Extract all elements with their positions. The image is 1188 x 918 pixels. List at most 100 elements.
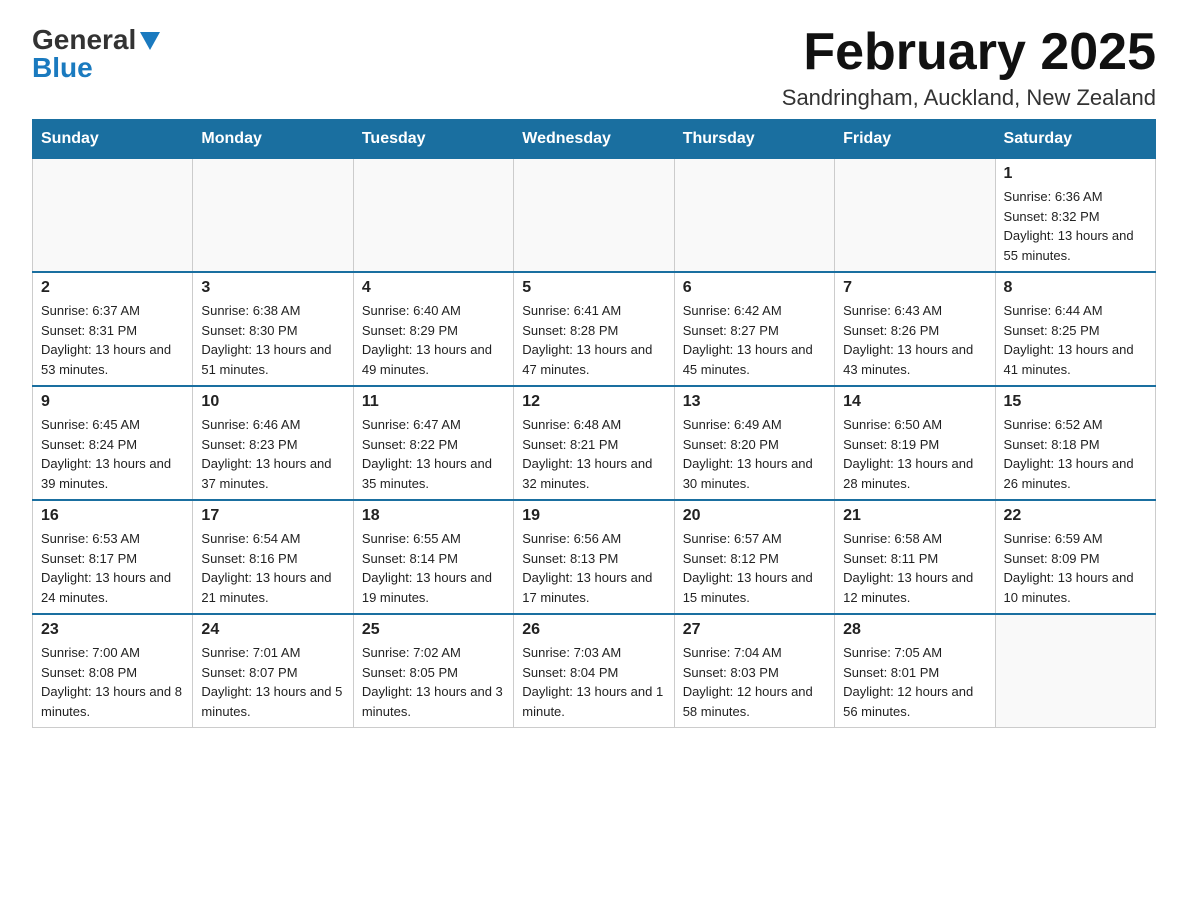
day-info: Sunrise: 6:37 AM Sunset: 8:31 PM Dayligh… xyxy=(41,301,184,379)
table-row: 16 Sunrise: 6:53 AM Sunset: 8:17 PM Dayli… xyxy=(33,500,193,614)
col-saturday: Saturday xyxy=(995,120,1155,159)
day-number: 17 xyxy=(201,507,344,525)
day-number: 14 xyxy=(843,393,986,411)
day-info: Sunrise: 6:40 AM Sunset: 8:29 PM Dayligh… xyxy=(362,301,505,379)
page-header: General Blue February 2025 Sandringham, … xyxy=(32,24,1156,111)
day-info: Sunrise: 6:49 AM Sunset: 8:20 PM Dayligh… xyxy=(683,415,826,493)
day-info: Sunrise: 7:05 AM Sunset: 8:01 PM Dayligh… xyxy=(843,643,986,721)
day-info: Sunrise: 6:41 AM Sunset: 8:28 PM Dayligh… xyxy=(522,301,665,379)
title-block: February 2025 Sandringham, Auckland, New… xyxy=(782,24,1156,111)
table-row: 7Sunrise: 6:43 AM Sunset: 8:26 PM Daylig… xyxy=(835,272,995,386)
table-row: 27 Sunrise: 7:04 AM Sunset: 8:03 PM Dayli… xyxy=(674,614,834,728)
calendar-table: Sunday Monday Tuesday Wednesday Thursday… xyxy=(32,119,1156,728)
table-row: 14 Sunrise: 6:50 AM Sunset: 8:19 PM Dayli… xyxy=(835,386,995,500)
day-number: 9 xyxy=(41,393,184,411)
day-number: 12 xyxy=(522,393,665,411)
day-info: Sunrise: 6:58 AM Sunset: 8:11 PM Dayligh… xyxy=(843,529,986,607)
day-number: 10 xyxy=(201,393,344,411)
day-info: Sunrise: 6:48 AM Sunset: 8:21 PM Dayligh… xyxy=(522,415,665,493)
day-info: Sunrise: 7:00 AM Sunset: 8:08 PM Dayligh… xyxy=(41,643,184,721)
day-info: Sunrise: 6:52 AM Sunset: 8:18 PM Dayligh… xyxy=(1004,415,1147,493)
day-number: 28 xyxy=(843,621,986,639)
table-row xyxy=(995,614,1155,728)
day-number: 7 xyxy=(843,279,986,297)
day-info: Sunrise: 6:42 AM Sunset: 8:27 PM Dayligh… xyxy=(683,301,826,379)
day-info: Sunrise: 6:55 AM Sunset: 8:14 PM Dayligh… xyxy=(362,529,505,607)
table-row: 15 Sunrise: 6:52 AM Sunset: 8:18 PM Dayli… xyxy=(995,386,1155,500)
day-info: Sunrise: 7:01 AM Sunset: 8:07 PM Dayligh… xyxy=(201,643,344,721)
day-number: 6 xyxy=(683,279,826,297)
table-row: 2Sunrise: 6:37 AM Sunset: 8:31 PM Daylig… xyxy=(33,272,193,386)
day-info: Sunrise: 6:38 AM Sunset: 8:30 PM Dayligh… xyxy=(201,301,344,379)
col-friday: Friday xyxy=(835,120,995,159)
col-wednesday: Wednesday xyxy=(514,120,674,159)
day-info: Sunrise: 6:44 AM Sunset: 8:25 PM Dayligh… xyxy=(1004,301,1147,379)
logo: General Blue xyxy=(32,24,160,84)
table-row xyxy=(674,159,834,273)
col-monday: Monday xyxy=(193,120,353,159)
col-tuesday: Tuesday xyxy=(353,120,513,159)
day-info: Sunrise: 6:50 AM Sunset: 8:19 PM Dayligh… xyxy=(843,415,986,493)
day-number: 4 xyxy=(362,279,505,297)
day-number: 19 xyxy=(522,507,665,525)
table-row xyxy=(514,159,674,273)
table-row: 6 Sunrise: 6:42 AM Sunset: 8:27 PM Daylig… xyxy=(674,272,834,386)
table-row: 28 Sunrise: 7:05 AM Sunset: 8:01 PM Dayli… xyxy=(835,614,995,728)
table-row: 17 Sunrise: 6:54 AM Sunset: 8:16 PM Dayli… xyxy=(193,500,353,614)
day-info: Sunrise: 6:59 AM Sunset: 8:09 PM Dayligh… xyxy=(1004,529,1147,607)
day-number: 27 xyxy=(683,621,826,639)
table-row xyxy=(835,159,995,273)
table-row: 3 Sunrise: 6:38 AM Sunset: 8:30 PM Daylig… xyxy=(193,272,353,386)
table-row: 5 Sunrise: 6:41 AM Sunset: 8:28 PM Daylig… xyxy=(514,272,674,386)
day-info: Sunrise: 6:54 AM Sunset: 8:16 PM Dayligh… xyxy=(201,529,344,607)
day-number: 26 xyxy=(522,621,665,639)
day-info: Sunrise: 6:46 AM Sunset: 8:23 PM Dayligh… xyxy=(201,415,344,493)
day-number: 16 xyxy=(41,507,184,525)
day-number: 21 xyxy=(843,507,986,525)
table-row: 24Sunrise: 7:01 AM Sunset: 8:07 PM Dayli… xyxy=(193,614,353,728)
table-row: 1 Sunrise: 6:36 AM Sunset: 8:32 PM Daylig… xyxy=(995,159,1155,273)
table-row: 19 Sunrise: 6:56 AM Sunset: 8:13 PM Dayli… xyxy=(514,500,674,614)
day-number: 22 xyxy=(1004,507,1147,525)
calendar-header-row: Sunday Monday Tuesday Wednesday Thursday… xyxy=(33,120,1156,159)
day-number: 13 xyxy=(683,393,826,411)
day-number: 23 xyxy=(41,621,184,639)
day-number: 15 xyxy=(1004,393,1147,411)
day-number: 5 xyxy=(522,279,665,297)
logo-blue-text: Blue xyxy=(32,52,93,83)
col-thursday: Thursday xyxy=(674,120,834,159)
day-number: 25 xyxy=(362,621,505,639)
day-number: 3 xyxy=(201,279,344,297)
day-info: Sunrise: 6:56 AM Sunset: 8:13 PM Dayligh… xyxy=(522,529,665,607)
table-row: 20 Sunrise: 6:57 AM Sunset: 8:12 PM Dayli… xyxy=(674,500,834,614)
day-info: Sunrise: 7:02 AM Sunset: 8:05 PM Dayligh… xyxy=(362,643,505,721)
col-sunday: Sunday xyxy=(33,120,193,159)
day-number: 18 xyxy=(362,507,505,525)
table-row xyxy=(353,159,513,273)
calendar-subtitle: Sandringham, Auckland, New Zealand xyxy=(782,85,1156,111)
table-row: 12 Sunrise: 6:48 AM Sunset: 8:21 PM Dayli… xyxy=(514,386,674,500)
table-row: 10 Sunrise: 6:46 AM Sunset: 8:23 PM Dayli… xyxy=(193,386,353,500)
table-row: 21 Sunrise: 6:58 AM Sunset: 8:11 PM Dayli… xyxy=(835,500,995,614)
day-info: Sunrise: 6:36 AM Sunset: 8:32 PM Dayligh… xyxy=(1004,187,1147,265)
table-row: 18 Sunrise: 6:55 AM Sunset: 8:14 PM Dayli… xyxy=(353,500,513,614)
day-number: 20 xyxy=(683,507,826,525)
logo-triangle-icon xyxy=(140,32,160,50)
table-row: 26Sunrise: 7:03 AM Sunset: 8:04 PM Dayli… xyxy=(514,614,674,728)
table-row: 9 Sunrise: 6:45 AM Sunset: 8:24 PM Daylig… xyxy=(33,386,193,500)
table-row xyxy=(33,159,193,273)
table-row: 25 Sunrise: 7:02 AM Sunset: 8:05 PM Dayli… xyxy=(353,614,513,728)
day-number: 11 xyxy=(362,393,505,411)
table-row: 23 Sunrise: 7:00 AM Sunset: 8:08 PM Dayli… xyxy=(33,614,193,728)
table-row: 13 Sunrise: 6:49 AM Sunset: 8:20 PM Dayli… xyxy=(674,386,834,500)
day-info: Sunrise: 6:57 AM Sunset: 8:12 PM Dayligh… xyxy=(683,529,826,607)
table-row: 22 Sunrise: 6:59 AM Sunset: 8:09 PM Dayli… xyxy=(995,500,1155,614)
day-info: Sunrise: 6:53 AM Sunset: 8:17 PM Dayligh… xyxy=(41,529,184,607)
table-row: 11 Sunrise: 6:47 AM Sunset: 8:22 PM Dayli… xyxy=(353,386,513,500)
day-info: Sunrise: 7:04 AM Sunset: 8:03 PM Dayligh… xyxy=(683,643,826,721)
day-number: 8 xyxy=(1004,279,1147,297)
table-row xyxy=(193,159,353,273)
day-info: Sunrise: 6:47 AM Sunset: 8:22 PM Dayligh… xyxy=(362,415,505,493)
day-number: 1 xyxy=(1004,165,1147,183)
day-info: Sunrise: 6:45 AM Sunset: 8:24 PM Dayligh… xyxy=(41,415,184,493)
